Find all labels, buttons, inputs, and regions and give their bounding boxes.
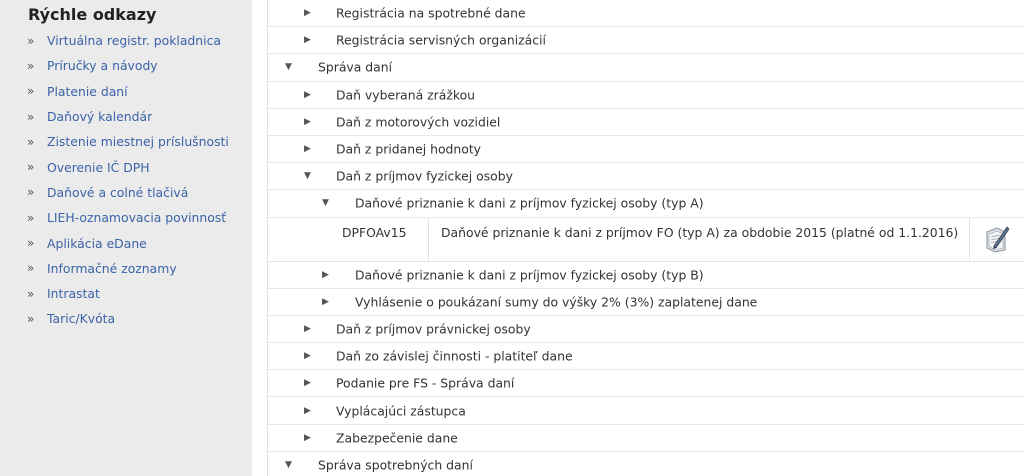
document-code: DPFOAv15 (342, 224, 407, 240)
tree-node-label: Registrácia servisných organizácií (336, 32, 546, 48)
tree-section-row[interactable]: ▼ Správa spotrebných daní (268, 452, 1024, 476)
tree-node-label: Podanie pre FS - Správa daní (336, 375, 515, 391)
triangle-right-icon[interactable]: ▶ (304, 351, 311, 361)
quick-link-label: Príručky a návody (47, 58, 158, 74)
quick-link-label: Virtuálna registr. pokladnica (47, 33, 221, 49)
triangle-down-icon[interactable]: ▼ (285, 62, 292, 72)
tree-node-row[interactable]: ▶ Vyplácajúci zástupca (268, 397, 1024, 425)
quick-link-label: Platenie daní (47, 83, 128, 99)
double-chevron-icon: » (27, 58, 34, 73)
sidebar-title: Rýchle odkazy (28, 5, 157, 24)
quick-link-label: Intrastat (47, 286, 100, 302)
tree-node-label: Daň z príjmov právnickej osoby (336, 321, 531, 337)
tree-node-label: Správa daní (318, 59, 393, 75)
quick-link-item[interactable]: » Príručky a návody (0, 53, 252, 78)
tree-node-label: Daň z pridanej hodnoty (336, 141, 482, 157)
tree-section-row[interactable]: ▼ Správa daní (268, 54, 1024, 82)
tree-node-row[interactable]: ▶ Daň vyberaná zrážkou (268, 82, 1024, 109)
tree-node-row[interactable]: ▶ Daň zo závislej činnosti - platiteľ dan… (268, 343, 1024, 371)
triangle-right-icon[interactable]: ▶ (322, 270, 329, 280)
quick-link-item[interactable]: » Overenie IČ DPH (0, 154, 252, 179)
triangle-right-icon[interactable]: ▶ (304, 406, 311, 416)
tree-node-label: Vyplácajúci zástupca (336, 403, 466, 419)
quick-link-label: Overenie IČ DPH (47, 159, 150, 175)
quick-link-item[interactable]: » Daňové a colné tlačivá (0, 180, 252, 205)
column-divider (428, 217, 429, 262)
triangle-right-icon[interactable]: ▶ (304, 144, 311, 154)
triangle-right-icon[interactable]: ▶ (304, 8, 311, 18)
quick-link-item[interactable]: » Taric/Kvóta (0, 306, 252, 331)
form-edit-icon[interactable] (983, 224, 1011, 254)
quick-links-list: » Virtuálna registr. pokladnica » Príručky … (0, 28, 252, 332)
double-chevron-icon: » (27, 261, 34, 276)
tree-node-label: Správa spotrebných daní (318, 457, 473, 473)
tree-rows-after: ▶ Daňové priznanie k dani z príjmov fyzic… (268, 262, 1024, 476)
double-chevron-icon: » (27, 109, 34, 124)
tree-node-row[interactable]: ▶ Daňové priznanie k dani z príjmov fyzic… (268, 262, 1024, 289)
quick-link-item[interactable]: » Intrastat (0, 281, 252, 306)
column-divider (969, 217, 970, 262)
triangle-right-icon[interactable]: ▶ (304, 433, 311, 443)
quick-link-label: Informačné zoznamy (47, 260, 177, 276)
triangle-right-icon[interactable]: ▶ (304, 35, 311, 45)
tree-node-row[interactable]: ▼ Daňové priznanie k dani z príjmov fyzic… (268, 190, 1024, 218)
triangle-down-icon[interactable]: ▼ (285, 460, 292, 470)
quick-link-item[interactable]: » Daňový kalendár (0, 104, 252, 129)
triangle-right-icon[interactable]: ▶ (304, 324, 311, 334)
triangle-right-icon[interactable]: ▶ (304, 117, 311, 127)
tree-node-label: Daňové priznanie k dani z príjmov fyzick… (355, 195, 704, 211)
double-chevron-icon: » (27, 286, 34, 301)
column-gap (252, 0, 267, 476)
triangle-down-icon[interactable]: ▼ (322, 198, 329, 208)
quick-link-item[interactable]: » Aplikácia eDane (0, 230, 252, 255)
tree-node-label: Daňové priznanie k dani z príjmov fyzick… (355, 267, 704, 283)
quick-link-label: Daňové a colné tlačivá (47, 184, 189, 200)
triangle-right-icon[interactable]: ▶ (322, 297, 329, 307)
quick-link-item[interactable]: » Platenie daní (0, 79, 252, 104)
tree-node-label: Vyhlásenie o poukázaní sumy do výšky 2% … (355, 294, 758, 310)
document-tree: ▶ Registrácia na spotrebné dane ▶ Registrác… (267, 0, 1024, 476)
double-chevron-icon: » (27, 134, 34, 149)
tree-node-label: Daň zo závislej činnosti - platiteľ dane (336, 348, 573, 364)
quick-link-label: Daňový kalendár (47, 109, 153, 125)
tree-node-label: Daň z motorových vozidiel (336, 114, 501, 130)
quick-link-label: Zistenie miestnej príslušnosti (47, 134, 229, 150)
double-chevron-icon: » (27, 311, 34, 326)
tree-node-label: Daň vyberaná zrážkou (336, 87, 476, 103)
quick-link-label: Aplikácia eDane (47, 235, 147, 251)
tree-node-label: Zabezpečenie dane (336, 430, 458, 446)
tree-node-label: Daň z príjmov fyzickej osoby (336, 168, 513, 184)
quick-links-sidebar: Rýchle odkazy » Virtuálna registr. poklad… (0, 0, 252, 476)
double-chevron-icon: » (27, 185, 34, 200)
tree-node-row[interactable]: ▶ Registrácia na spotrebné dane (268, 0, 1024, 28)
tree-node-row[interactable]: ▶ Daň z príjmov právnickej osoby (268, 316, 1024, 344)
triangle-right-icon[interactable]: ▶ (304, 90, 311, 100)
tree-node-row[interactable]: ▼ Daň z príjmov fyzickej osoby (268, 163, 1024, 191)
document-row[interactable]: DPFOAv15 Daňové priznanie k dani z príjm… (268, 217, 1024, 262)
triangle-right-icon[interactable]: ▶ (304, 378, 311, 388)
tree-node-row[interactable]: ▶ Daň z pridanej hodnoty (268, 136, 1024, 164)
quick-link-label: LIEH-oznamovacia povinnosť (47, 210, 227, 226)
tree-node-row[interactable]: ▶ Zabezpečenie dane (268, 425, 1024, 452)
tree-node-row[interactable]: ▶ Vyhlásenie o poukázaní sumy do výšky 2%… (268, 289, 1024, 316)
quick-link-label: Taric/Kvóta (47, 311, 116, 327)
double-chevron-icon: » (27, 210, 34, 225)
quick-link-item[interactable]: » Zistenie miestnej príslušnosti (0, 129, 252, 154)
quick-link-item[interactable]: » Virtuálna registr. pokladnica (0, 28, 252, 53)
double-chevron-icon: » (27, 236, 34, 251)
double-chevron-icon: » (27, 84, 34, 99)
quick-link-item[interactable]: » Informačné zoznamy (0, 256, 252, 281)
tree-node-label: Registrácia na spotrebné dane (336, 5, 526, 21)
triangle-down-icon[interactable]: ▼ (304, 171, 311, 181)
quick-link-item[interactable]: » LIEH-oznamovacia povinnosť (0, 205, 252, 230)
document-description-link[interactable]: Daňové priznanie k dani z príjmov FO (ty… (441, 225, 958, 240)
tree-rows-before: ▶ Registrácia na spotrebné dane ▶ Registrác… (268, 0, 1024, 218)
tree-node-row[interactable]: ▶ Podanie pre FS - Správa daní (268, 370, 1024, 398)
tree-node-row[interactable]: ▶ Daň z motorových vozidiel (268, 109, 1024, 136)
double-chevron-icon: » (27, 160, 34, 175)
tree-node-row[interactable]: ▶ Registrácia servisných organizácií (268, 27, 1024, 55)
double-chevron-icon: » (27, 33, 34, 48)
